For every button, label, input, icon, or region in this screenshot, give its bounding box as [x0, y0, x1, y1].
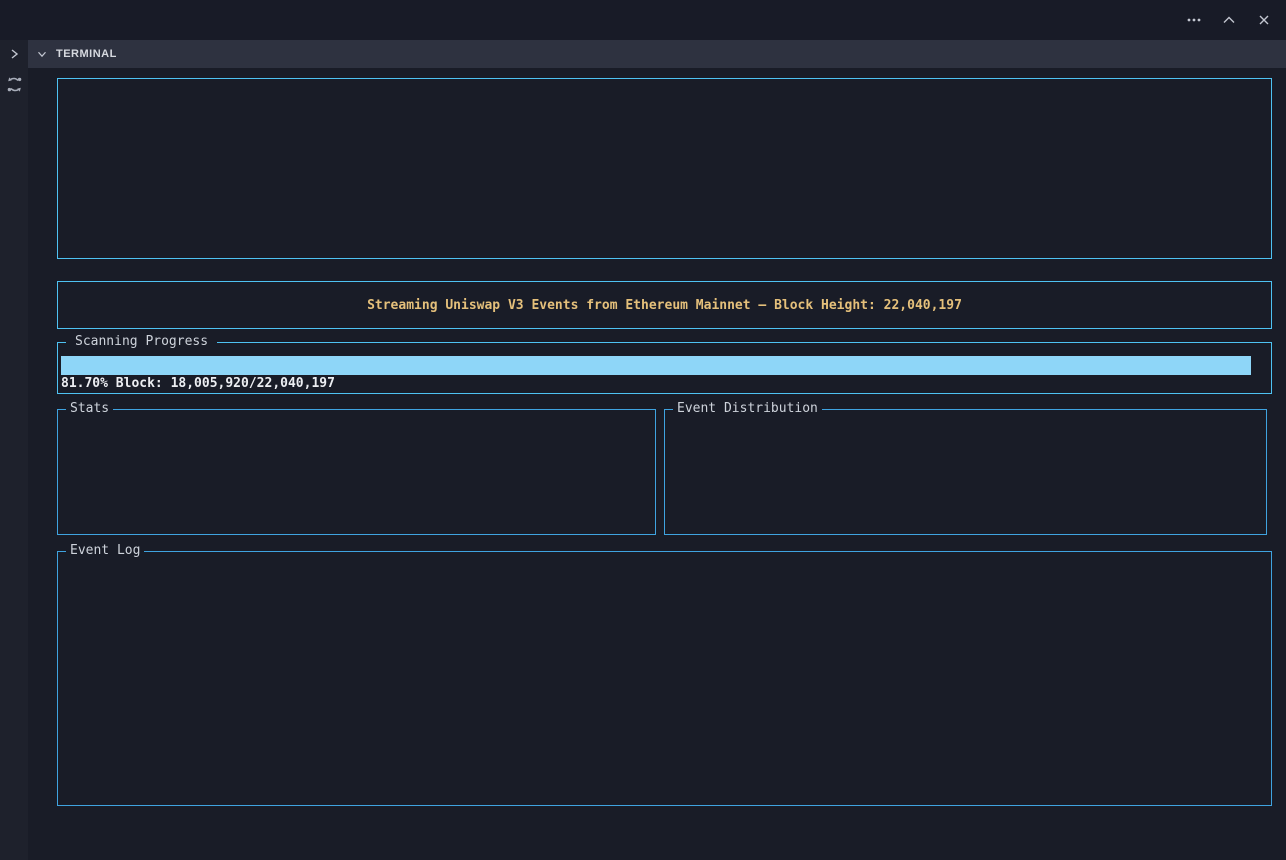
panel-actions	[1186, 12, 1272, 28]
panel-tab-bar	[0, 0, 1286, 40]
scanning-progress-title: Scanning Progress	[66, 333, 217, 350]
close-panel-icon[interactable]	[1256, 12, 1272, 28]
event-distribution-title: Event Distribution	[673, 400, 822, 417]
event-log-box: Event Log	[57, 551, 1272, 806]
panel-side-rail-top	[0, 40, 28, 68]
stream-banner-box: Streaming Uniswap V3 Events from Ethereu…	[57, 281, 1272, 329]
terminal-panel-header[interactable]: TERMINAL	[28, 40, 1286, 68]
maximize-panel-icon[interactable]	[1221, 12, 1237, 28]
stats-title: Stats	[66, 400, 113, 417]
sync-icon[interactable]	[6, 76, 23, 93]
progress-bar-fill	[61, 356, 1251, 375]
event-distribution-box: Event Distribution	[664, 409, 1267, 535]
chevron-right-icon[interactable]	[6, 46, 22, 62]
terminal-viewport[interactable]: Streaming Uniswap V3 Events from Ethereu…	[28, 68, 1286, 860]
ascii-banner-box	[57, 78, 1272, 259]
progress-bar-track	[61, 356, 1251, 375]
chevron-down-icon[interactable]	[35, 47, 49, 61]
progress-label: 81.70% Block: 18,005,920/22,040,197	[61, 376, 335, 391]
scanning-progress-box: Scanning Progress 81.70% Block: 18,005,9…	[57, 342, 1272, 394]
more-actions-icon[interactable]	[1186, 12, 1202, 28]
stats-box: Stats	[57, 409, 656, 535]
panel-title: TERMINAL	[56, 48, 117, 60]
panel-side-rail	[0, 68, 28, 860]
event-log-title: Event Log	[66, 542, 144, 559]
stream-banner-text: Streaming Uniswap V3 Events from Ethereu…	[367, 298, 962, 313]
